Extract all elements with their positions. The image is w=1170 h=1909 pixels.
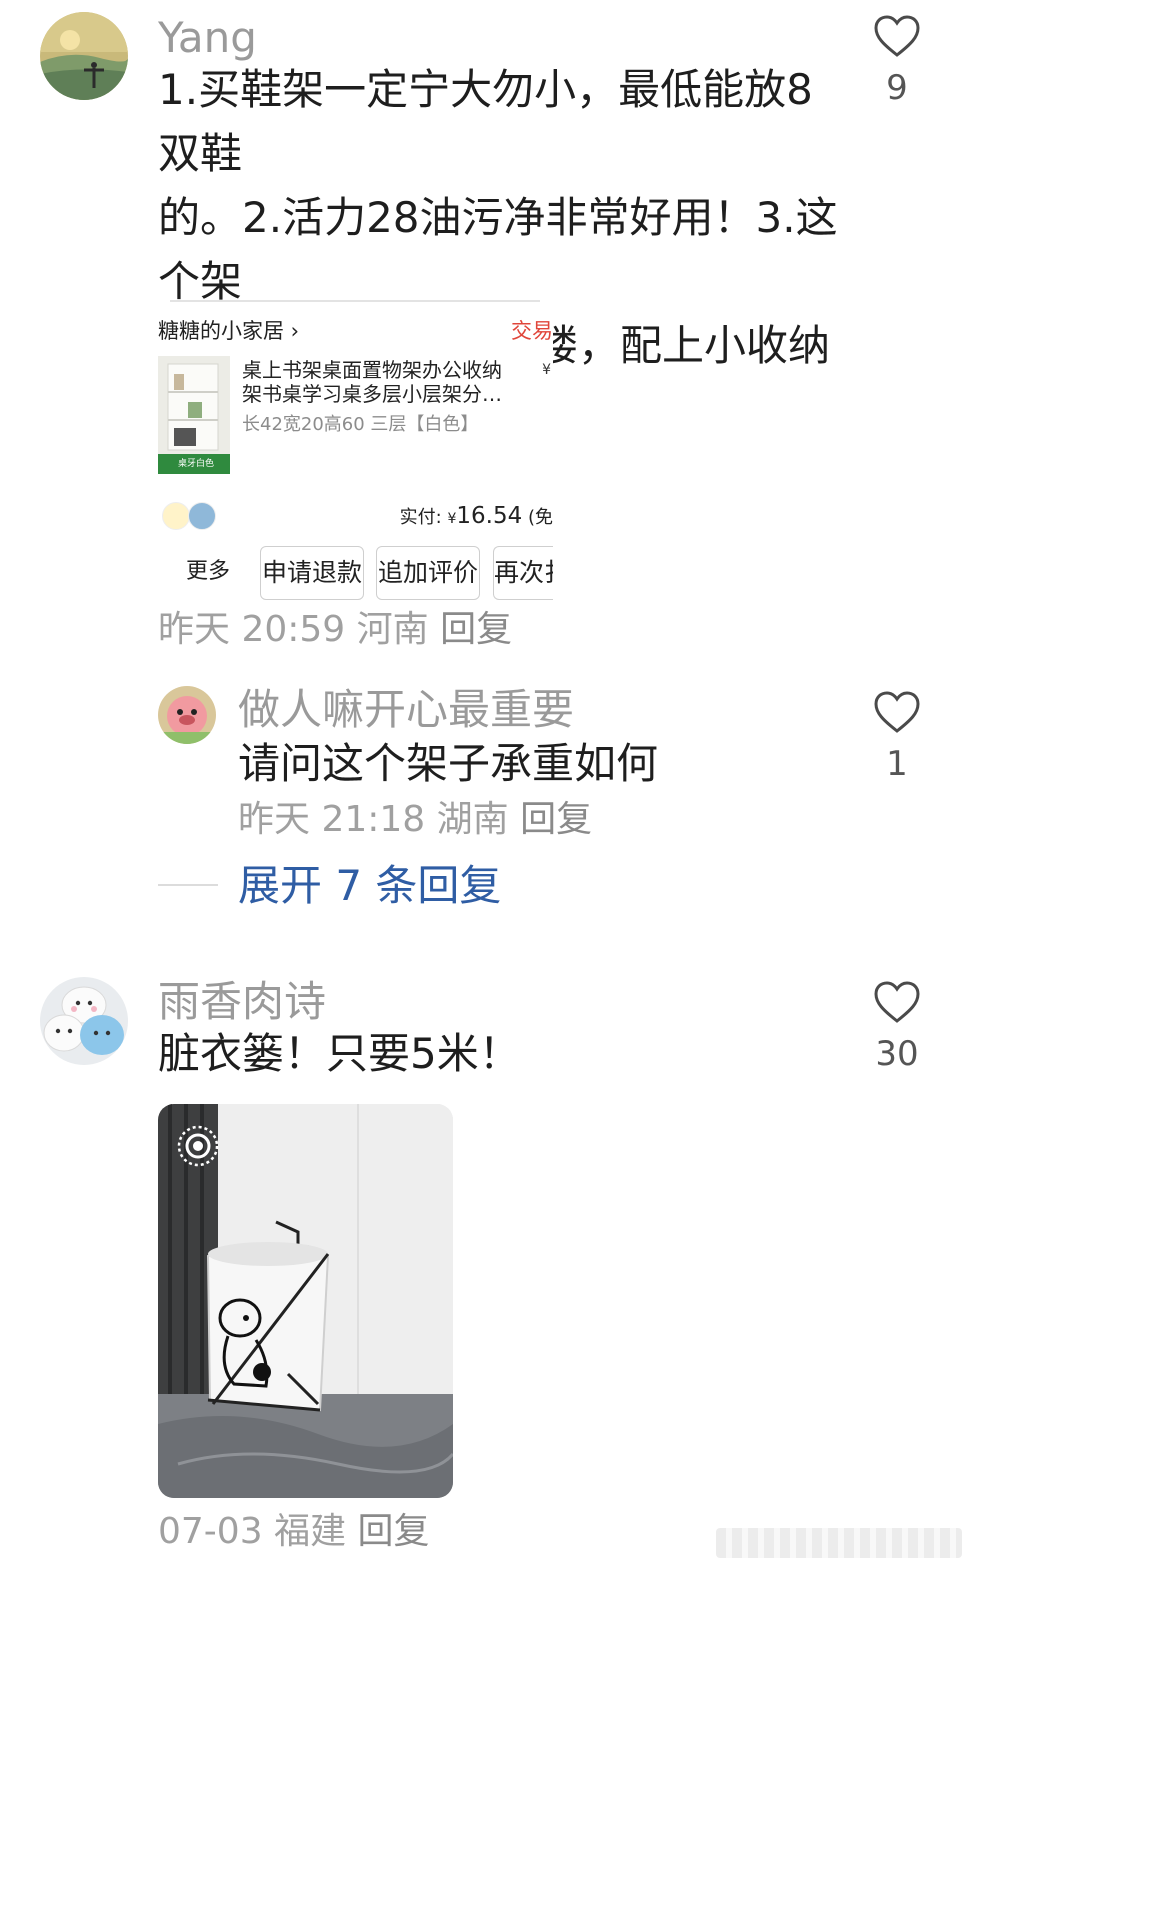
heart-outline-icon	[874, 691, 920, 733]
live-photo-icon[interactable]	[176, 1124, 220, 1168]
order-card-image[interactable]: 糖糖的小家居 › 交易 桌牙白色 桌上书架桌面置物架办公收纳 架书桌学习桌多层小…	[158, 300, 553, 600]
expand-replies-link[interactable]: 展开 7 条回复	[238, 860, 501, 912]
paid-amount: 实付: ¥16.54 (免	[400, 500, 553, 535]
comment-meta: 07-03 福建 回复	[158, 1510, 430, 1554]
paid-value: 16.54	[456, 503, 523, 529]
like-count: 30	[875, 1034, 919, 1074]
reply-location: 湖南	[436, 799, 509, 840]
more-button[interactable]: 更多	[186, 546, 230, 598]
avatar-small	[162, 502, 190, 530]
reply-meta: 昨天 21:18 湖南 回复	[238, 798, 592, 842]
comment-photo[interactable]	[158, 1104, 453, 1498]
card-top-divider	[170, 300, 540, 302]
comment-time: 07-03	[158, 1511, 263, 1552]
buyer-avatars	[162, 500, 218, 530]
product-thumbnail: 桌牙白色	[158, 356, 230, 474]
like-button[interactable]: 1	[847, 690, 947, 784]
order-status: 交易	[511, 319, 553, 343]
comment-time: 昨天 20:59	[158, 609, 346, 650]
reply-button[interactable]: 回复	[440, 609, 512, 650]
avatar-yang[interactable]	[40, 12, 128, 100]
comment-meta: 昨天 20:59 河南 回复	[158, 608, 512, 652]
comment-username[interactable]: Yang	[158, 12, 257, 64]
reply-text: 请问这个架子承重如何	[238, 739, 659, 788]
add-review-button[interactable]: 追加评价	[376, 546, 480, 600]
product-title-line: 架书桌学习桌多层小层架分…	[242, 382, 502, 406]
like-count: 1	[886, 744, 908, 784]
heart-outline-icon	[874, 15, 920, 57]
buy-again-button[interactable]: 再次扌	[493, 546, 553, 600]
heart-outline-icon	[874, 981, 920, 1023]
paid-suffix: (免	[527, 507, 553, 528]
comment-username[interactable]: 雨香肉诗	[158, 976, 326, 1028]
expand-divider	[158, 884, 218, 886]
thumb-caption: 桌牙白色	[178, 459, 215, 469]
comment-text-line: 的。2.活力28油污净非常好用！3.这个架	[158, 193, 838, 306]
reply-username[interactable]: 做人嘛开心最重要	[238, 684, 574, 736]
like-count: 9	[886, 68, 908, 108]
product-spec: 长42宽20高60 三层【白色】	[242, 414, 479, 435]
like-button[interactable]: 9	[847, 14, 947, 108]
avatar-yuxiang[interactable]	[40, 977, 128, 1065]
shop-name: 糖糖的小家居 ›	[158, 319, 300, 343]
reply-button[interactable]: 回复	[358, 1511, 430, 1552]
reply-button[interactable]: 回复	[520, 799, 592, 840]
reply-time: 昨天 21:18	[238, 799, 426, 840]
product-title: 桌上书架桌面置物架办公收纳 架书桌学习桌多层小层架分…	[242, 358, 522, 406]
bottom-scroll-indicator	[716, 1528, 962, 1558]
like-button[interactable]: 30	[847, 980, 947, 1074]
comment-location: 河南	[356, 609, 429, 650]
order-action-row: 更多 申请退款 追加评价 再次扌	[158, 546, 553, 600]
paid-label: 实付:	[399, 507, 442, 528]
product-title-line: 桌上书架桌面置物架办公收纳	[242, 358, 502, 382]
comment-text: 脏衣篓！只要5米！	[158, 1029, 521, 1078]
refund-button[interactable]: 申请退款	[260, 546, 364, 600]
comment-text-line: 1.买鞋架一定宁大勿小，最低能放8双鞋	[158, 65, 813, 178]
comment-location: 福建	[274, 1511, 347, 1552]
avatar-small	[188, 502, 216, 530]
avatar-reply-user[interactable]	[158, 686, 216, 744]
unit-price-symbol: ¥	[542, 362, 551, 378]
